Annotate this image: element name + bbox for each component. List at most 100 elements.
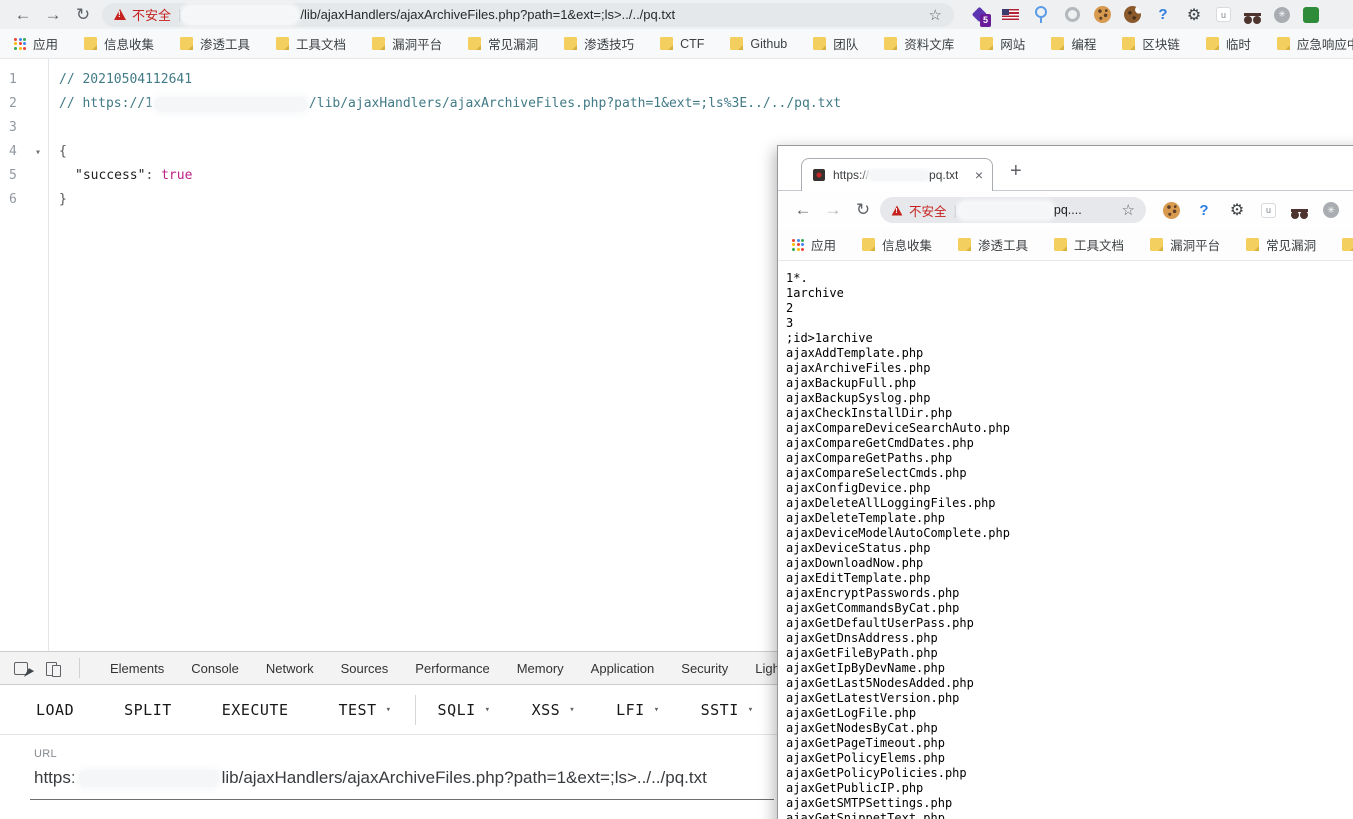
url-field-text: lib/ajaxHandlers/ajaxArchiveFiles.php?pa… <box>222 768 707 788</box>
bookmark-item[interactable]: CTF <box>647 37 717 51</box>
extension-diamond-icon[interactable]: 5 <box>970 6 988 24</box>
extension-mask-icon[interactable] <box>1244 11 1261 19</box>
popup-tab-title: https:// pq.txt <box>833 168 958 182</box>
hackbar-button[interactable]: XSS ▾ <box>532 701 576 719</box>
bookmark-label: 漏洞平台 <box>392 34 442 53</box>
bookmark-item[interactable]: 工具文档 <box>1041 235 1137 254</box>
popup-tab[interactable]: https:// pq.txt × <box>801 158 993 191</box>
bookmark-item[interactable]: 漏洞平台 <box>1137 235 1233 254</box>
hackbar-separator <box>415 695 416 725</box>
security-warning-icon[interactable] <box>892 205 903 215</box>
bookmark-item[interactable]: 渗透工具 <box>167 34 263 53</box>
bookmark-label: 常见漏洞 <box>488 34 538 53</box>
bookmark-item-apps[interactable]: 应用 <box>790 235 849 254</box>
devtools-tab[interactable]: Performance <box>415 661 489 676</box>
code-line: 2 // https://1 /lib/ajaxHandlers/ajaxArc… <box>0 92 1353 116</box>
bookmark-item[interactable]: 网站 <box>967 34 1038 53</box>
devtools-tab[interactable]: Application <box>591 661 655 676</box>
devtools-tab[interactable]: Security <box>681 661 728 676</box>
file-list-line: ajaxGetPublicIP.php <box>786 781 1353 796</box>
file-list-line: ajaxGetLast5NodesAdded.php <box>786 676 1353 691</box>
json-value: true <box>161 164 192 188</box>
bookmark-item[interactable]: 工具文档 <box>263 34 359 53</box>
devtools-tab[interactable]: Elements <box>110 661 164 676</box>
extension-ring-icon[interactable] <box>1063 6 1081 24</box>
inspect-element-icon[interactable] <box>14 662 28 675</box>
devtools-tab[interactable]: Network <box>266 661 314 676</box>
bookmark-item[interactable]: 渗透技巧 <box>551 34 647 53</box>
bookmark-item[interactable]: 常见漏洞 <box>1233 235 1329 254</box>
file-list-line: ajaxArchiveFiles.php <box>786 361 1353 376</box>
brace: } <box>59 188 67 212</box>
bookmark-item[interactable]: 漏洞平台 <box>359 34 455 53</box>
extension-help-icon[interactable] <box>1195 201 1213 219</box>
file-list-line: ajaxGetPolicyElems.php <box>786 751 1353 766</box>
extension-help-icon[interactable] <box>1154 6 1172 24</box>
folder-icon <box>1206 37 1219 50</box>
bookmark-item[interactable]: 常见漏洞 <box>455 34 551 53</box>
bookmark-item[interactable]: 信息收集 <box>849 235 945 254</box>
extension-green-icon[interactable] <box>1303 7 1319 23</box>
bookmark-item[interactable]: 信息收集 <box>71 34 167 53</box>
extension-cookie-icon[interactable] <box>1094 6 1111 23</box>
folder-icon <box>84 37 97 50</box>
hackbar-button[interactable]: EXECUTE <box>222 701 298 719</box>
back-icon[interactable]: ← <box>788 200 818 220</box>
hackbar-button[interactable]: SQLI ▾ <box>438 701 491 719</box>
folder-icon <box>1342 238 1353 251</box>
extension-u-box-icon[interactable]: u <box>1261 203 1276 218</box>
devtools-tab[interactable]: Console <box>191 661 239 676</box>
bookmark-item[interactable]: 渗透技巧 <box>1329 235 1353 254</box>
extension-flag-icon[interactable] <box>1001 6 1019 24</box>
bookmark-item[interactable]: 编程 <box>1038 34 1109 53</box>
folder-icon <box>730 37 743 50</box>
bookmark-star-icon[interactable] <box>1122 201 1135 219</box>
hackbar-button[interactable]: LOAD <box>36 701 83 719</box>
security-warning-label: 不安全 <box>909 201 947 220</box>
extension-u-box-icon[interactable]: u <box>1216 7 1231 22</box>
extension-cookie-bitten-icon[interactable] <box>1124 6 1141 23</box>
hackbar-button[interactable]: TEST ▾ <box>339 701 392 719</box>
devtools-tab[interactable]: Sources <box>341 661 389 676</box>
bookmark-item[interactable]: Github <box>717 37 800 51</box>
folder-icon <box>958 238 971 251</box>
hackbar-button[interactable]: LFI ▾ <box>616 701 660 719</box>
extension-badge: 5 <box>980 14 991 27</box>
extension-mask-icon[interactable] <box>1291 206 1308 214</box>
hackbar-button[interactable]: SPLIT <box>124 701 181 719</box>
extension-gear-icon[interactable] <box>1228 201 1246 219</box>
bookmark-item[interactable]: 团队 <box>800 34 871 53</box>
extension-pattern-icon[interactable] <box>1274 7 1290 23</box>
reload-icon[interactable]: ↻ <box>68 5 98 25</box>
forward-icon[interactable]: → <box>818 200 848 220</box>
folder-icon <box>862 238 875 251</box>
reload-icon[interactable]: ↻ <box>848 200 878 220</box>
extension-gear-icon[interactable] <box>1185 6 1203 24</box>
bookmark-item[interactable]: 临时 <box>1193 34 1264 53</box>
bookmark-item[interactable]: 渗透工具 <box>945 235 1041 254</box>
extensions-row: 5 u <box>970 6 1319 24</box>
address-bar[interactable]: 不安全 | pq.... <box>880 197 1146 223</box>
bookmark-item[interactable]: 资料文库 <box>871 34 967 53</box>
extension-cookie-icon[interactable] <box>1163 202 1180 219</box>
address-bar[interactable]: 不安全 | /lib/ajaxHandlers/ajaxArchiveFiles… <box>102 3 954 27</box>
new-tab-icon[interactable]: + <box>1010 160 1022 183</box>
bookmark-item-apps[interactable]: 应用 <box>12 34 71 53</box>
devtools-tab[interactable]: Memory <box>517 661 564 676</box>
forward-icon[interactable]: → <box>38 5 68 25</box>
extension-pattern-icon[interactable] <box>1323 202 1339 218</box>
hackbar-button[interactable]: SSTI ▾ <box>701 701 754 719</box>
bookmark-item[interactable]: 应急响应中心 <box>1264 34 1353 53</box>
collapse-arrow-icon[interactable] <box>28 140 48 164</box>
bookmark-item[interactable]: 区块链 <box>1109 34 1193 53</box>
bookmark-star-icon[interactable] <box>929 6 942 24</box>
line-number: 3 <box>0 116 28 140</box>
device-toolbar-icon[interactable] <box>46 661 61 676</box>
tab-close-icon[interactable]: × <box>975 167 983 183</box>
extension-pin-icon[interactable] <box>1032 6 1050 24</box>
bookmark-label: 工具文档 <box>296 34 346 53</box>
bookmark-label: 漏洞平台 <box>1170 235 1220 254</box>
security-warning-icon[interactable] <box>114 9 126 20</box>
back-icon[interactable]: ← <box>8 5 38 25</box>
file-list-line: 1archive <box>786 286 1353 301</box>
